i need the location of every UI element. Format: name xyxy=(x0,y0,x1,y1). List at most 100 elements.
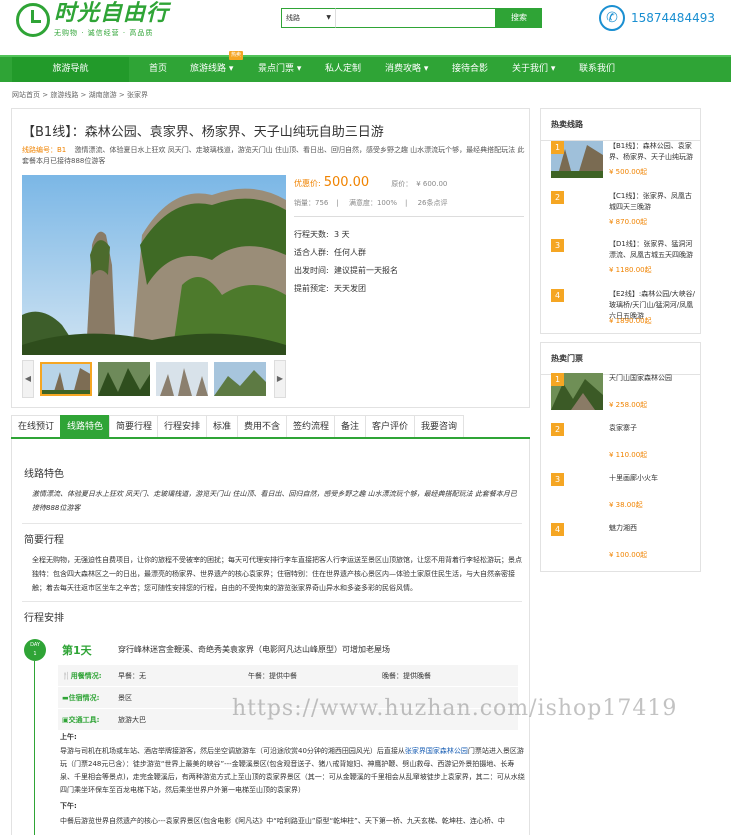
spec-label: 适合人群: xyxy=(294,248,329,257)
breadcrumb-item[interactable]: 旅游线路 xyxy=(50,91,78,99)
hot-route-item[interactable]: 1 【B1线】：森林公园、袁家界、杨家界、天子山纯玩游 ¥ 500.00起 xyxy=(551,141,701,181)
spec-value: 任何人群 xyxy=(334,248,366,257)
route-name[interactable]: 【C1线】：张家界、凤凰古城四天三晚游 xyxy=(609,191,695,213)
search-bar: 线路 ▼ 搜索 xyxy=(281,8,542,28)
logo-title: 时光自由行 xyxy=(54,1,170,26)
original-price-label: 原价： xyxy=(391,180,413,188)
breadcrumb-item[interactable]: 网站首页 xyxy=(12,91,40,99)
thumbnail[interactable] xyxy=(40,362,92,396)
breadcrumb-item[interactable]: 张家界 xyxy=(127,91,148,99)
product-code-desc: 激情漂流、体验夏日水上狂欢 凤天门、走玻璃栈道，游览天门山 住山顶、看日出、回归… xyxy=(22,146,525,165)
tab-booking[interactable]: 在线预订 xyxy=(11,415,62,437)
main-nav: 旅游导航 首页 旅游线路 ▾ 热卖 景点门票 ▾ 私人定制 消费攻略 ▾ 接待合… xyxy=(0,51,731,82)
search-button[interactable]: 搜索 xyxy=(496,8,542,28)
detail-tabs: 在线预订 线路特色 简要行程 行程安排 标准 费用不含 签约流程 备注 客户评价… xyxy=(11,415,530,439)
meals-row: 🍴用餐情况: 早餐：无 午餐：提供中餐 晚餐：提供晚餐 xyxy=(58,665,518,686)
thumbnail-image xyxy=(214,362,266,396)
thumbnail[interactable] xyxy=(214,362,266,396)
lunch: 午餐：提供中餐 xyxy=(248,671,297,680)
search-category-select[interactable]: 线路 ▼ xyxy=(281,8,335,28)
route-name[interactable]: 【D1线】：张家界、猛洞河漂流、凤凰古城五天四晚游 xyxy=(609,239,695,261)
hot-ticket-item[interactable]: 1 天门山国家森林公园 ¥ 258.00起 xyxy=(551,373,701,413)
hot-ticket-item[interactable]: 4 魅力湘西 ¥ 100.00起 xyxy=(551,523,701,563)
hot-ticket-item[interactable]: 3 十里画廊小火车 ¥ 38.00起 xyxy=(551,473,701,513)
watermark: https://www.huzhan.com/ishop17419 xyxy=(232,696,678,721)
spec-value: 3 天 xyxy=(334,230,350,239)
ticket-name[interactable]: 袁家寨子 xyxy=(609,423,695,434)
ticket-name[interactable]: 天门山国家森林公园 xyxy=(609,373,695,384)
nav-item-contact[interactable]: 联系我们 xyxy=(579,57,615,82)
search-input[interactable] xyxy=(335,8,496,28)
ticket-price: ¥ 110.00起 xyxy=(609,451,648,459)
phone-contact: ✆ 15874484493 xyxy=(599,5,715,31)
nav-item-photos[interactable]: 接待合影 xyxy=(452,57,488,82)
product-code-label: 线路编号：B1 xyxy=(22,146,67,154)
nav-guide[interactable]: 旅游导航 xyxy=(12,57,129,82)
transport-value: 旅游大巴 xyxy=(118,715,146,724)
spec-label: 提前预定: xyxy=(294,284,329,293)
logo-slogan: 无购物 · 诚信经营 · 高品质 xyxy=(54,29,154,37)
hot-badge: 热卖 xyxy=(229,51,244,60)
thumbnail-strip: ◀ ▶ xyxy=(22,360,286,398)
ticket-name[interactable]: 十里画廊小火车 xyxy=(609,473,695,484)
route-price: ¥ 1180.00起 xyxy=(609,266,652,274)
timeline-line xyxy=(34,661,35,835)
chevron-right-icon[interactable]: ▶ xyxy=(274,360,286,398)
hot-route-item[interactable]: 4 【E2线】:森林公园/大峡谷/玻璃桥/天门山/猛洞河/凤凰六日五晚游 ¥ 1… xyxy=(551,289,701,329)
rank-badge: 2 xyxy=(551,191,564,204)
product-panel: 【B1线】：森林公园、袁家界、杨家界、天子山纯玩自助三日游 线路编号：B1 激情… xyxy=(11,108,530,408)
day-description: 穿行峰林迷宫金鞭溪、奇绝秀美袁家界（电影阿凡达山峰原型）可增加老屋场 xyxy=(118,645,390,654)
tab-schedule[interactable]: 行程安排 xyxy=(157,415,208,437)
hot-ticket-item[interactable]: 2 袁家寨子 ¥ 110.00起 xyxy=(551,423,701,463)
search-category-value: 线路 xyxy=(286,14,300,22)
rank-badge: 3 xyxy=(551,473,564,486)
route-name[interactable]: 【B1线】：森林公园、袁家界、杨家界、天子山纯玩游 xyxy=(609,141,695,163)
feature-text: 激情漂流、体验夏日水上狂欢 凤天门、走玻璃栈道，游览天门山 住山顶、看日出、回归… xyxy=(32,490,517,512)
divider xyxy=(294,216,524,217)
tab-reviews[interactable]: 客户评价 xyxy=(365,415,416,437)
hot-route-item[interactable]: 2 【C1线】：张家界、凤凰古城四天三晚游 ¥ 870.00起 xyxy=(551,191,701,231)
nav-item-home[interactable]: 首页 xyxy=(149,57,167,82)
divider xyxy=(22,523,522,524)
morning-text-start: 导游与司机在机场或车站、酒店举牌接游客，然后坐空调旅游车（可沿途欣赏40分钟的湘… xyxy=(60,747,405,755)
tab-brief[interactable]: 简要行程 xyxy=(109,415,160,437)
nav-item-tickets[interactable]: 景点门票 ▾ xyxy=(258,57,301,82)
route-price: ¥ 870.00起 xyxy=(609,218,648,226)
tab-standard[interactable]: 标准 xyxy=(206,415,239,437)
hot-routes-panel: 热卖线路 1 【B1线】：森林公园、袁家界、杨家界、天子山纯玩游 ¥ 500.0… xyxy=(540,108,701,334)
rank-badge: 1 xyxy=(551,373,564,386)
ticket-price: ¥ 38.00起 xyxy=(609,501,643,509)
afternoon-text: 中餐后游览世界自然遗产的核心---袁家界景区(包含电影《阿凡达》中“哈利路亚山”… xyxy=(60,817,505,825)
brief-text: 全程无购物，无强迫性自费项目，让你的旅程不受被宰的困扰；每天可代理安排行李车直接… xyxy=(32,556,522,592)
thumbnail[interactable] xyxy=(98,362,150,396)
nav-item-routes[interactable]: 旅游线路 ▾ xyxy=(190,57,233,82)
logo[interactable]: 时光自由行 无购物 · 诚信经营 · 高品质 xyxy=(16,2,169,38)
breadcrumb-item[interactable]: 湖南旅游 xyxy=(89,91,117,99)
nav-item-about[interactable]: 关于我们 ▾ xyxy=(512,57,555,82)
hot-tickets-panel: 热卖门票 1 天门山国家森林公园 ¥ 258.00起 2 袁家寨子 ¥ 110.… xyxy=(540,342,701,572)
price-label: 优惠价: xyxy=(294,179,321,188)
thumbnail-image xyxy=(42,364,90,394)
thumbnail[interactable] xyxy=(156,362,208,396)
review-count[interactable]: 26条点评 xyxy=(418,199,448,207)
bus-icon: ▣ xyxy=(62,715,69,724)
phone-icon: ✆ xyxy=(599,5,625,31)
ticket-name[interactable]: 魅力湘西 xyxy=(609,523,695,534)
hot-route-item[interactable]: 3 【D1线】：张家界、猛洞河漂流、凤凰古城五天四晚游 ¥ 1180.00起 xyxy=(551,239,701,279)
tab-contract[interactable]: 签约流程 xyxy=(286,415,337,437)
morning-label: 上午: xyxy=(60,733,77,741)
park-link[interactable]: 张家界国家森林公园 xyxy=(405,747,468,755)
chevron-left-icon[interactable]: ◀ xyxy=(22,360,34,398)
bed-icon: ▬ xyxy=(62,693,69,702)
nav-item-guides[interactable]: 消费攻略 ▾ xyxy=(385,57,428,82)
route-price: ¥ 1890.00起 xyxy=(609,317,652,325)
tab-consult[interactable]: 我要咨询 xyxy=(414,415,465,437)
nav-item-custom[interactable]: 私人定制 xyxy=(325,57,361,82)
tab-features[interactable]: 线路特色 xyxy=(60,415,111,437)
main-photo[interactable] xyxy=(22,175,286,355)
tab-excluded[interactable]: 费用不含 xyxy=(237,415,288,437)
brief-title: 简要行程 xyxy=(24,535,64,546)
detail-content: 线路特色 激情漂流、体验夏日水上狂欢 凤天门、走玻璃栈道，游览天门山 住山顶、看… xyxy=(11,439,530,835)
rank-badge: 2 xyxy=(551,423,564,436)
tab-notes[interactable]: 备注 xyxy=(334,415,367,437)
